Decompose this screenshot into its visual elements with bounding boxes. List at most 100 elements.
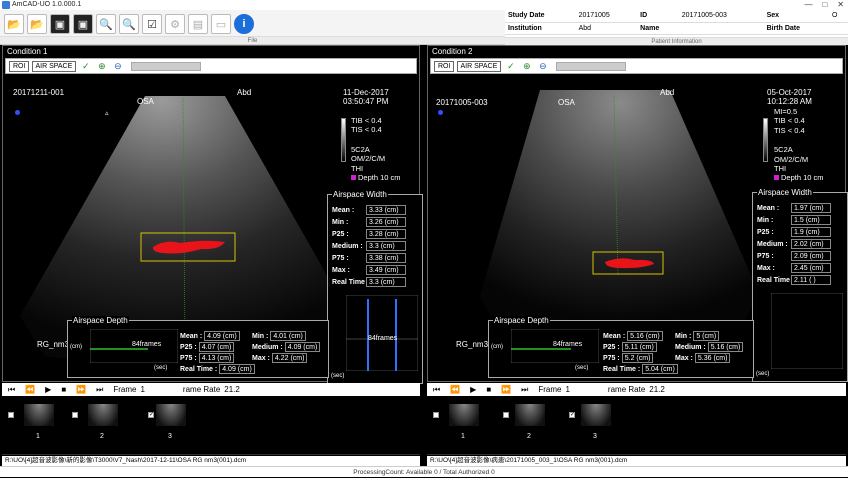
roi-button[interactable]: ROI	[9, 60, 30, 72]
thumb-1-checkbox[interactable]	[433, 412, 439, 418]
measure-check-icon[interactable]: ✓	[79, 61, 92, 72]
aw-row-p75: P75 :2.09 (cm)	[757, 251, 831, 261]
settings-gear-icon[interactable]: ⚙	[165, 14, 185, 34]
name-label: Name	[637, 22, 679, 35]
step-forward-icon[interactable]: ⏩	[76, 385, 86, 394]
title-bar: AmCAD-UO 1.0.000.1 — □ ✕	[0, 0, 848, 10]
add-region-icon[interactable]: ⊕	[95, 61, 108, 72]
legend-thi: THI	[351, 163, 364, 173]
patient-group-label: Patient Information	[505, 37, 848, 45]
minimize-button[interactable]: —	[804, 0, 812, 10]
aw-row-min: Min :1.5 (cm)	[757, 215, 831, 225]
checklist-icon[interactable]: ☑	[142, 14, 162, 34]
rg-label: RG_nm3	[456, 340, 489, 349]
legend-tis: TIS < 0.4	[351, 125, 382, 135]
ad-mean: Mean :4.09 (cm)	[180, 331, 240, 341]
image-date: 11-Dec-2017	[343, 88, 389, 97]
play-icon[interactable]: ▶	[470, 385, 476, 394]
legend-probe: 5C2A	[351, 144, 370, 154]
airspace-width-panel: Airspace Width Mean :3.33 (cm) Min :3.26…	[327, 190, 423, 384]
ad-mean: Mean :5.16 (cm)	[603, 331, 663, 341]
ad-min: Min :5 (cm)	[675, 331, 720, 341]
thumbnail-strip-2: 1 2 ✓ 3	[427, 396, 846, 455]
sex-label: Sex	[763, 10, 829, 23]
zoom-in-icon[interactable]: 🔍	[96, 14, 116, 34]
institution-label: Institution	[505, 22, 576, 35]
frame-rate-value[interactable]: 21.2	[224, 385, 240, 394]
roi-button[interactable]: ROI	[434, 60, 455, 72]
skip-start-icon[interactable]: ⏮	[8, 385, 15, 395]
stop-icon[interactable]: ■	[61, 385, 66, 394]
thumb-2-image[interactable]	[88, 404, 118, 426]
thumb-3-number: 3	[168, 433, 172, 440]
measure-check-icon[interactable]: ✓	[504, 61, 517, 72]
thumb-3-checkbox[interactable]: ✓	[569, 412, 575, 418]
aw-frames-label: 84frames	[368, 335, 398, 342]
maximize-button[interactable]: □	[822, 0, 827, 10]
ultrasound-view-2[interactable]: 20171005-003 OSA Abd 05-Oct-2017 10:12:2…	[430, 76, 848, 382]
close-button[interactable]: ✕	[837, 0, 844, 10]
frame-label: Frame	[113, 385, 137, 394]
frame-rate-value[interactable]: 21.2	[649, 385, 665, 394]
main-toolbar: 📂 📂 ▣ ▣ 🔍 🔍 ☑ ⚙ ▤ ▭ i File	[0, 10, 505, 45]
mode-select[interactable]: AIR SPACE	[32, 60, 77, 72]
patient-info-panel: Study Date 20171005 ID 20171005-003 Sex …	[505, 10, 848, 45]
thumb-2-checkbox[interactable]	[503, 412, 509, 418]
thumb-2-number: 2	[100, 433, 104, 440]
skip-end-icon[interactable]: ⏭	[96, 385, 103, 395]
probe-marker-icon: ▵	[105, 110, 109, 117]
step-back-icon[interactable]: ⏪	[450, 385, 460, 394]
blank-page-icon[interactable]: ▭	[211, 14, 231, 34]
ad-realtime: Real Time :4.09 (cm)	[180, 364, 255, 374]
stop-icon[interactable]: ■	[486, 385, 491, 394]
step-forward-icon[interactable]: ⏩	[501, 385, 511, 394]
thumb-2-number: 2	[527, 433, 531, 440]
aw-row-medium: Medium :3.3 (cm)	[332, 241, 406, 251]
mode-select[interactable]: AIR SPACE	[457, 60, 502, 72]
remove-region-icon[interactable]: ⊖	[536, 61, 549, 72]
ad-y-unit: (cm)	[491, 344, 503, 350]
zoom-out-icon[interactable]: 🔍	[119, 14, 139, 34]
info-icon[interactable]: i	[234, 14, 254, 34]
thumb-1-checkbox[interactable]	[8, 412, 14, 418]
video-camera-icon[interactable]: ▣	[73, 14, 93, 34]
open-file-2-icon[interactable]: 📂	[27, 14, 47, 34]
id-label: ID	[637, 10, 679, 23]
frame-label: Frame	[538, 385, 562, 394]
ad-p75: P75 :4.13 (cm)	[180, 353, 235, 363]
image-patient-id: 20171005-003	[436, 98, 488, 107]
image-patient-id: 20171211-001	[13, 88, 65, 97]
app-title: AmCAD-UO 1.0.000.1	[12, 1, 82, 8]
thumb-3-image[interactable]	[156, 404, 186, 426]
airspace-depth-title: Airspace Depth	[72, 316, 129, 325]
legend-tis: TIS < 0.4	[774, 125, 805, 135]
frame-value[interactable]: 1	[140, 385, 144, 394]
thumb-2-checkbox[interactable]	[72, 412, 78, 418]
play-icon[interactable]: ▶	[45, 385, 51, 394]
institution-value: Abd	[575, 22, 638, 35]
thumb-2-image[interactable]	[515, 404, 545, 426]
thumb-3-image[interactable]	[581, 404, 611, 426]
ultrasound-view-1[interactable]: ▵ 20171211-001 OSA Abd 11-Dec-2017 03:50…	[5, 76, 423, 384]
frame-value[interactable]: 1	[565, 385, 569, 394]
remove-region-icon[interactable]: ⊖	[111, 61, 124, 72]
add-region-icon[interactable]: ⊕	[520, 61, 533, 72]
ad-p25: P25 :4.07 (cm)	[180, 342, 235, 352]
condition-2-controls: ROI AIR SPACE ✓ ⊕ ⊖	[430, 58, 843, 74]
aw-x-unit: (sec)	[756, 371, 770, 377]
ad-realtime: Real Time :5.04 (cm)	[603, 364, 678, 374]
camera-icon[interactable]: ▣	[50, 14, 70, 34]
condition-1-panel: Condition 1 ROI AIR SPACE ✓ ⊕ ⊖ ▵ 201712…	[2, 45, 423, 384]
thumb-1-image[interactable]	[449, 404, 479, 426]
skip-start-icon[interactable]: ⏮	[433, 385, 440, 395]
birth-date-label: Birth Date	[763, 22, 829, 35]
legend-preset: OM/2/C/M	[774, 154, 809, 164]
open-file-1-icon[interactable]: 📂	[4, 14, 24, 34]
report-icon[interactable]: ▤	[188, 14, 208, 34]
thumb-1-image[interactable]	[24, 404, 54, 426]
skip-end-icon[interactable]: ⏭	[521, 385, 528, 395]
step-back-icon[interactable]: ⏪	[25, 385, 35, 394]
orientation-marker-icon	[15, 110, 20, 115]
thumb-3-checkbox[interactable]: ✓	[148, 412, 154, 418]
ad-frames-label: 84frames	[553, 341, 583, 348]
